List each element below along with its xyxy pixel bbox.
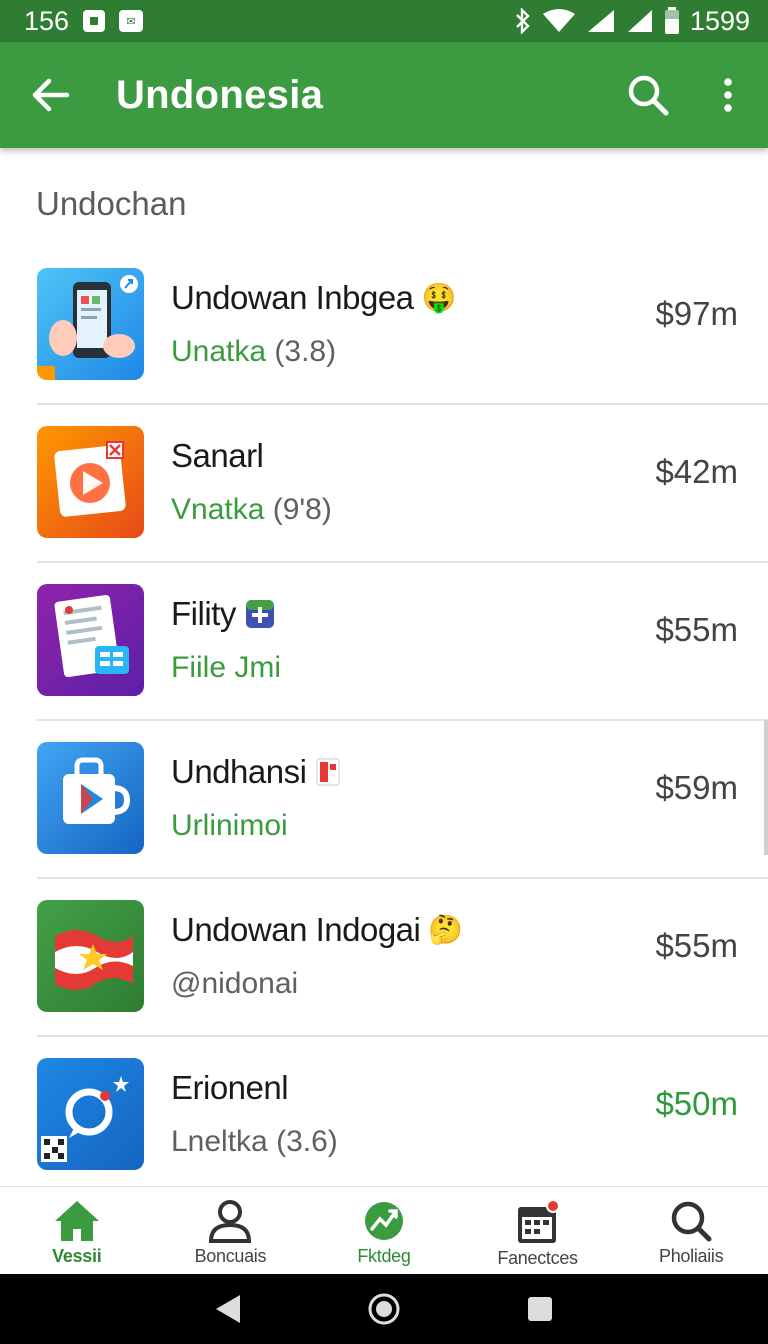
app-name: Fility: [171, 595, 236, 632]
app-name: Sanarl: [171, 437, 264, 474]
list-item[interactable]: Undowan Inbgea 🤑 Unatka (3.8) $97m: [0, 245, 768, 403]
app-icon-document: [37, 584, 144, 696]
back-button[interactable]: [0, 42, 100, 148]
app-subtitle: Unatka: [171, 335, 267, 368]
app-subtitle: Fiile Jmi: [171, 651, 281, 684]
app-price: $97m: [655, 295, 738, 332]
nav-label: Pholiaiis: [659, 1246, 724, 1266]
more-vert-icon: [724, 78, 732, 112]
app-rating: (3.8): [274, 335, 337, 368]
list-item[interactable]: Sanarl Vnatka (9'8) $42m: [0, 403, 768, 561]
scrollbar[interactable]: [764, 720, 768, 855]
app-price: $55m: [655, 611, 738, 648]
app-notification-icon: ✉: [119, 10, 144, 32]
app-bar: Undonesia: [0, 42, 768, 148]
nav-item-search[interactable]: Pholiaiis: [614, 1187, 768, 1274]
nav-label: Fktdeg: [357, 1246, 411, 1266]
signal-icon-2: [627, 10, 652, 32]
system-home-button[interactable]: [359, 1284, 409, 1334]
wifi-icon: [542, 9, 575, 32]
system-recents-button[interactable]: [515, 1284, 565, 1334]
app-subtitle: Urlinimoi: [171, 809, 288, 842]
nav-item-profile[interactable]: Boncuais: [154, 1187, 308, 1274]
app-rating: (3.6): [276, 1125, 338, 1158]
app-price: $59m: [655, 769, 738, 806]
page-title: Undonesia: [116, 72, 324, 117]
bottom-nav: Vessii Boncuais Fktdeg Fanectces Pholiai…: [0, 1186, 768, 1274]
app-icon-play: [37, 426, 144, 538]
calendar-icon: [517, 1199, 560, 1243]
trending-icon: [364, 1202, 403, 1240]
app-icon-flag: [37, 900, 144, 1012]
arrow-left-icon: [32, 78, 70, 112]
status-bar: 156 ✉ 1599: [0, 0, 768, 42]
app-subtitle: @nidonai: [171, 967, 299, 1000]
triangle-back-icon: [216, 1295, 240, 1323]
app-name: Erionenl: [171, 1069, 289, 1106]
list-item[interactable]: Fility Fiile Jmi $55m: [0, 561, 768, 719]
app-icon-chat: [37, 1058, 144, 1170]
app-rating: (9'8): [272, 493, 332, 526]
emoji-face-icon: 🤑: [421, 282, 457, 313]
nav-label: Fanectces: [497, 1248, 578, 1268]
nav-item-home[interactable]: Vessii: [0, 1187, 154, 1274]
signal-icon: [587, 10, 614, 32]
list-item[interactable]: Undowan Indogai 🤔 @nidonai $55m: [0, 877, 768, 1035]
app-price: $50m: [655, 1085, 738, 1122]
status-time: 156: [24, 5, 70, 36]
circle-home-icon: [368, 1293, 400, 1325]
notification-icon: [83, 10, 106, 32]
battery-icon: [664, 7, 679, 34]
app-icon-store: [37, 742, 144, 854]
app-name: Undowan Indogai: [171, 911, 421, 948]
system-nav-bar: [0, 1274, 768, 1344]
nav-label: Boncuais: [194, 1246, 267, 1266]
app-subtitle: Vnatka: [171, 493, 265, 526]
app-name: Undowan Inbgea: [171, 279, 414, 316]
search-button[interactable]: [608, 42, 688, 148]
battery-level: 1599: [689, 5, 750, 36]
bluetooth-icon: [516, 8, 530, 34]
emoji-face-icon: 🤔: [428, 914, 463, 945]
nav-label: Vessii: [52, 1246, 102, 1266]
list-item[interactable]: Erionenl Lneltka (3.6) $50m: [0, 1035, 768, 1193]
section-header: Undochan: [36, 185, 187, 222]
app-subtitle: Lneltka: [171, 1125, 268, 1158]
flag-badge-icon: [316, 758, 340, 786]
home-icon: [54, 1201, 99, 1241]
nav-item-calendar[interactable]: Fanectces: [461, 1187, 615, 1274]
app-icon-phone: [37, 268, 144, 380]
app-name: Undhansi: [171, 753, 307, 790]
system-back-button[interactable]: [203, 1284, 253, 1334]
app-list: Undowan Inbgea 🤑 Unatka (3.8) $97m Sanarl…: [0, 245, 768, 1193]
search-icon: [628, 75, 669, 116]
app-price: $55m: [655, 927, 738, 964]
list-item[interactable]: Undhansi Urlinimoi $59m: [0, 719, 768, 877]
plus-badge-icon: [245, 600, 274, 628]
person-icon: [209, 1200, 252, 1243]
nav-item-trending[interactable]: Fktdeg: [307, 1187, 461, 1274]
square-recents-icon: [528, 1297, 552, 1321]
more-options-button[interactable]: [688, 42, 768, 148]
app-price: $42m: [655, 453, 738, 490]
search-icon: [671, 1201, 712, 1242]
